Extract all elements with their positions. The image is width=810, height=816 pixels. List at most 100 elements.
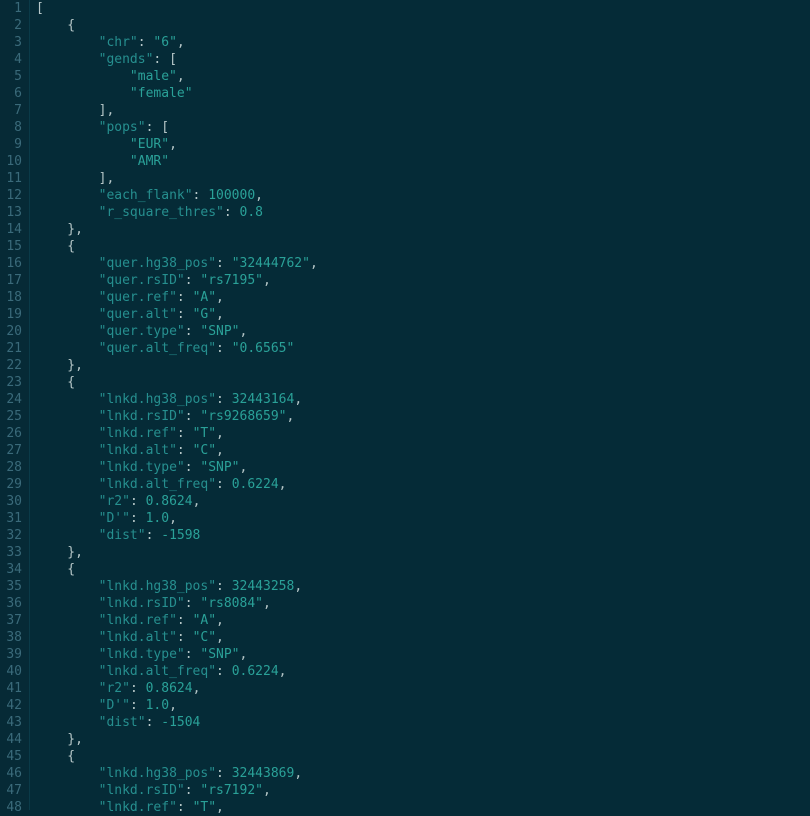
- line-number: 12: [4, 187, 22, 204]
- code-line[interactable]: "lnkd.hg38_pos": 32443164,: [36, 391, 810, 408]
- code-line[interactable]: "r2": 0.8624,: [36, 493, 810, 510]
- json-number: 0.8: [240, 205, 263, 220]
- code-line[interactable]: },: [36, 731, 810, 748]
- code-line[interactable]: "gends": [: [36, 51, 810, 68]
- line-number: 34: [4, 561, 22, 578]
- json-punct: ,: [216, 800, 224, 815]
- code-line[interactable]: "lnkd.alt_freq": 0.6224,: [36, 663, 810, 680]
- json-number: 32443258: [232, 579, 295, 594]
- code-line[interactable]: "lnkd.alt": "C",: [36, 442, 810, 459]
- line-number: 16: [4, 255, 22, 272]
- json-punct: ,: [294, 392, 302, 407]
- code-line[interactable]: {: [36, 17, 810, 34]
- code-line[interactable]: "lnkd.ref": "A",: [36, 612, 810, 629]
- code-line[interactable]: "quer.hg38_pos": "32444762",: [36, 255, 810, 272]
- json-number: 32443869: [232, 766, 295, 781]
- json-punct: [36, 137, 130, 152]
- code-line[interactable]: "lnkd.rsID": "rs9268659",: [36, 408, 810, 425]
- json-punct: [36, 494, 99, 509]
- code-line[interactable]: "lnkd.hg38_pos": 32443869,: [36, 765, 810, 782]
- code-line[interactable]: "pops": [: [36, 119, 810, 136]
- code-line[interactable]: [: [36, 0, 810, 17]
- json-punct: :: [177, 630, 193, 645]
- code-line[interactable]: "dist": -1504: [36, 714, 810, 731]
- json-punct: ,: [263, 273, 271, 288]
- code-line[interactable]: "lnkd.type": "SNP",: [36, 459, 810, 476]
- json-punct: :: [216, 256, 232, 271]
- code-line[interactable]: ],: [36, 102, 810, 119]
- code-line[interactable]: },: [36, 544, 810, 561]
- code-line[interactable]: {: [36, 238, 810, 255]
- json-number: 0.6224: [232, 477, 279, 492]
- json-punct: ,: [263, 783, 271, 798]
- line-number: 8: [4, 119, 22, 136]
- json-punct: },: [36, 222, 83, 237]
- code-line[interactable]: "female": [36, 85, 810, 102]
- code-line[interactable]: "quer.alt": "G",: [36, 306, 810, 323]
- line-number: 19: [4, 306, 22, 323]
- json-punct: ,: [216, 443, 224, 458]
- json-key: "each_flank": [99, 188, 193, 203]
- code-line[interactable]: {: [36, 561, 810, 578]
- line-number: 7: [4, 102, 22, 119]
- line-number: 5: [4, 68, 22, 85]
- code-editor[interactable]: 1234567891011121314151617181920212223242…: [0, 0, 810, 810]
- code-line[interactable]: "lnkd.rsID": "rs7192",: [36, 782, 810, 799]
- line-number: 29: [4, 476, 22, 493]
- json-key: "quer.ref": [99, 290, 177, 305]
- json-punct: ,: [279, 664, 287, 679]
- code-line[interactable]: "r2": 0.8624,: [36, 680, 810, 697]
- code-line[interactable]: {: [36, 374, 810, 391]
- code-line[interactable]: "chr": "6",: [36, 34, 810, 51]
- json-punct: :: [185, 324, 201, 339]
- line-number: 14: [4, 221, 22, 238]
- line-number: 2: [4, 17, 22, 34]
- code-line[interactable]: "lnkd.hg38_pos": 32443258,: [36, 578, 810, 595]
- json-punct: ,: [310, 256, 318, 271]
- code-line[interactable]: "quer.type": "SNP",: [36, 323, 810, 340]
- code-line[interactable]: "lnkd.rsID": "rs8084",: [36, 595, 810, 612]
- code-line[interactable]: "D'": 1.0,: [36, 697, 810, 714]
- code-line[interactable]: {: [36, 748, 810, 765]
- code-line[interactable]: "lnkd.ref": "T",: [36, 799, 810, 816]
- code-line[interactable]: "EUR",: [36, 136, 810, 153]
- json-punct: [36, 273, 99, 288]
- line-number: 35: [4, 578, 22, 595]
- json-punct: {: [36, 749, 75, 764]
- json-string: "C": [193, 443, 216, 458]
- json-punct: ,: [216, 290, 224, 305]
- json-number: -1598: [161, 528, 200, 543]
- json-string: "32444762": [232, 256, 310, 271]
- code-line[interactable]: "lnkd.alt": "C",: [36, 629, 810, 646]
- json-punct: [36, 341, 99, 356]
- line-number: 4: [4, 51, 22, 68]
- line-number: 30: [4, 493, 22, 510]
- code-line[interactable]: "quer.alt_freq": "0.6565": [36, 340, 810, 357]
- code-line[interactable]: ],: [36, 170, 810, 187]
- code-line[interactable]: "lnkd.type": "SNP",: [36, 646, 810, 663]
- json-punct: [36, 766, 99, 781]
- code-line[interactable]: },: [36, 357, 810, 374]
- line-number: 24: [4, 391, 22, 408]
- code-line[interactable]: "quer.rsID": "rs7195",: [36, 272, 810, 289]
- json-key: "pops": [99, 120, 146, 135]
- code-line[interactable]: "male",: [36, 68, 810, 85]
- code-line[interactable]: "lnkd.ref": "T",: [36, 425, 810, 442]
- code-line[interactable]: "r_square_thres": 0.8: [36, 204, 810, 221]
- json-key: "lnkd.alt": [99, 443, 177, 458]
- json-punct: ,: [240, 647, 248, 662]
- code-line[interactable]: "quer.ref": "A",: [36, 289, 810, 306]
- json-string: "rs8084": [200, 596, 263, 611]
- code-line[interactable]: "each_flank": 100000,: [36, 187, 810, 204]
- json-punct: :: [216, 477, 232, 492]
- line-number: 48: [4, 799, 22, 816]
- code-line[interactable]: "AMR": [36, 153, 810, 170]
- json-punct: [36, 290, 99, 305]
- code-line[interactable]: },: [36, 221, 810, 238]
- code-area[interactable]: [ { "chr": "6", "gends": [ "male", "fema…: [29, 0, 810, 810]
- code-line[interactable]: "D'": 1.0,: [36, 510, 810, 527]
- json-punct: [36, 613, 99, 628]
- code-line[interactable]: "dist": -1598: [36, 527, 810, 544]
- code-line[interactable]: "lnkd.alt_freq": 0.6224,: [36, 476, 810, 493]
- line-number: 23: [4, 374, 22, 391]
